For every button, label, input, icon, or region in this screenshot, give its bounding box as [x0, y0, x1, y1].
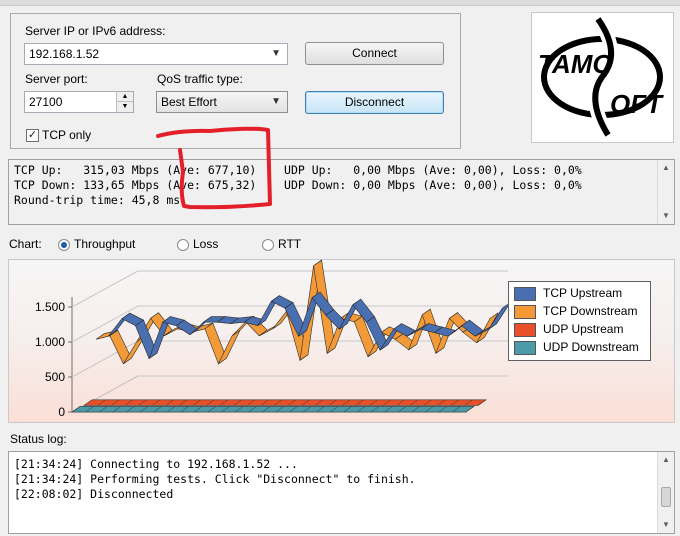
tcp-only-checkbox[interactable]: ✓ — [26, 129, 39, 142]
scroll-up-icon[interactable]: ▲ — [658, 160, 674, 176]
log-line: [22:08:02] Disconnected — [14, 487, 174, 501]
spin-buttons: ▲ ▼ — [116, 92, 133, 112]
y-tick-label: 1.000 — [35, 335, 65, 349]
stats-scrollbar[interactable]: ▲ ▼ — [657, 160, 674, 224]
status-log-scrollbar[interactable]: ▲ ▼ — [657, 452, 674, 533]
series-ribbon-2 — [83, 399, 488, 406]
log-line: [21:34:24] Connecting to 192.168.1.52 ..… — [14, 457, 298, 471]
log-line: [21:34:24] Performing tests. Click "Disc… — [14, 472, 416, 486]
y-tick-label: 500 — [45, 370, 65, 384]
chart-label: Chart: — [9, 237, 42, 251]
disconnect-button[interactable]: Disconnect — [305, 91, 444, 114]
chart-legend: TCP Upstream TCP Downstream UDP Upstream… — [508, 281, 651, 361]
qos-label: QoS traffic type: — [157, 72, 243, 86]
tamosoft-logo: TAMO OFT — [531, 12, 674, 143]
radio-loss-label[interactable]: Loss — [193, 237, 218, 251]
legend-label: UDP Upstream — [543, 322, 624, 336]
chevron-down-icon[interactable]: ▼ — [271, 96, 281, 107]
stats-line-tcp-up: TCP Up: 315,03 Mbps (Ave: 677,10) UDP Up… — [14, 163, 582, 177]
radio-rtt-label[interactable]: RTT — [278, 237, 301, 251]
radio-throughput-label[interactable]: Throughput — [74, 237, 135, 251]
logo-text-oft: OFT — [610, 89, 664, 119]
legend-label: TCP Downstream — [543, 304, 638, 318]
connect-button[interactable]: Connect — [305, 42, 444, 65]
chevron-down-icon[interactable]: ▼ — [271, 48, 281, 59]
server-address-value: 192.168.1.52 — [29, 47, 100, 61]
legend-swatch-tcp-down — [514, 305, 536, 319]
spin-down-icon[interactable]: ▼ — [117, 102, 133, 112]
radio-rtt[interactable] — [262, 239, 274, 251]
tamosoft-logo-icon: TAMO OFT — [538, 14, 664, 139]
legend-label: UDP Downstream — [543, 340, 639, 354]
legend-label: TCP Upstream — [543, 286, 623, 300]
tcp-only-label: TCP only — [42, 128, 92, 142]
spin-up-icon[interactable]: ▲ — [117, 92, 133, 102]
red-highlight-mark — [156, 126, 272, 210]
scroll-down-icon[interactable]: ▼ — [658, 517, 674, 533]
top-edge — [0, 0, 680, 6]
qos-select[interactable]: Best Effort ▼ — [156, 91, 288, 113]
legend-swatch-udp-up — [514, 323, 536, 337]
scroll-down-icon[interactable]: ▼ — [658, 208, 674, 224]
server-address-label: Server IP or IPv6 address: — [25, 24, 166, 38]
status-log-label: Status log: — [10, 432, 67, 446]
server-port-value: 27100 — [29, 95, 63, 109]
series-ribbon-3 — [71, 406, 475, 413]
qos-value: Best Effort — [161, 95, 217, 109]
server-address-combo[interactable]: 192.168.1.52 ▼ — [24, 43, 288, 65]
status-log-box[interactable]: [21:34:24] Connecting to 192.168.1.52 ..… — [8, 451, 675, 534]
y-tick-label: 0 — [58, 405, 65, 419]
throughput-chart: 0 500 1.000 1.500 — [35, 259, 508, 419]
stats-line-tcp-down: TCP Down: 133,65 Mbps (Ave: 675,32) UDP … — [14, 178, 582, 192]
radio-throughput[interactable] — [58, 239, 70, 251]
stats-panel[interactable]: TCP Up: 315,03 Mbps (Ave: 677,10) UDP Up… — [8, 159, 675, 225]
logo-text-tamo: TAMO — [538, 49, 613, 79]
series-point-0 — [488, 303, 508, 330]
legend-swatch-udp-down — [514, 341, 536, 355]
scroll-thumb[interactable] — [661, 487, 671, 507]
server-port-stepper[interactable]: 27100 ▲ ▼ — [24, 91, 134, 113]
server-port-label: Server port: — [25, 72, 88, 86]
radio-loss[interactable] — [177, 239, 189, 251]
y-tick-label: 1.500 — [35, 300, 65, 314]
scroll-up-icon[interactable]: ▲ — [658, 452, 674, 468]
legend-swatch-tcp-up — [514, 287, 536, 301]
